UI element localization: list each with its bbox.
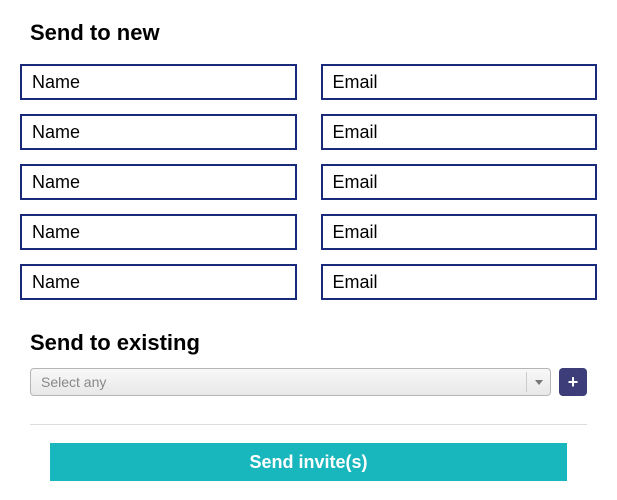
send-to-existing-section: Send to existing Select any + Send invit… — [20, 330, 597, 481]
email-input[interactable] — [321, 214, 598, 250]
recipient-row — [20, 214, 597, 250]
select-placeholder: Select any — [41, 374, 106, 390]
recipient-row — [20, 164, 597, 200]
send-invites-button[interactable]: Send invite(s) — [50, 443, 567, 481]
recipient-row — [20, 264, 597, 300]
email-input[interactable] — [321, 64, 598, 100]
existing-select[interactable]: Select any — [30, 368, 551, 396]
name-input[interactable] — [20, 164, 297, 200]
name-input[interactable] — [20, 214, 297, 250]
name-input[interactable] — [20, 114, 297, 150]
name-input[interactable] — [20, 264, 297, 300]
existing-select-row: Select any + — [20, 368, 597, 396]
new-recipient-rows — [20, 64, 597, 300]
plus-icon: + — [568, 373, 579, 391]
divider — [30, 424, 587, 425]
email-input[interactable] — [321, 264, 598, 300]
submit-row: Send invite(s) — [20, 443, 597, 481]
send-to-existing-heading: Send to existing — [30, 330, 597, 356]
email-input[interactable] — [321, 164, 598, 200]
recipient-row — [20, 64, 597, 100]
recipient-row — [20, 114, 597, 150]
email-input[interactable] — [321, 114, 598, 150]
chevron-down-icon — [526, 372, 546, 392]
send-to-new-heading: Send to new — [30, 20, 597, 46]
add-existing-button[interactable]: + — [559, 368, 587, 396]
send-to-new-section: Send to new — [20, 20, 597, 300]
name-input[interactable] — [20, 64, 297, 100]
